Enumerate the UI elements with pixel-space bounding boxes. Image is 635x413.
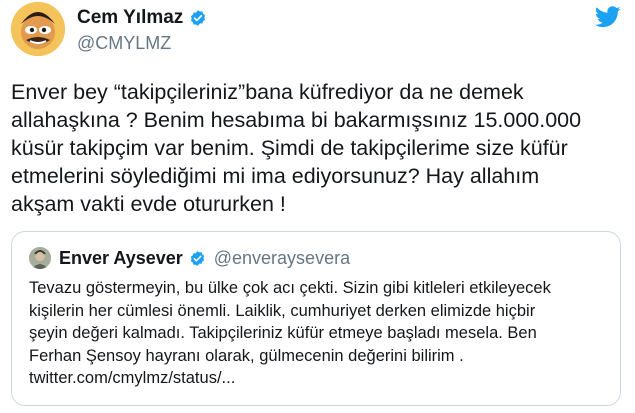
avatar-image <box>11 2 65 56</box>
tweet-text: Enver bey “takipçileriniz”bana küfrediyo… <box>11 80 582 216</box>
verified-badge-icon <box>189 9 207 27</box>
author-display-name[interactable]: Cem Yılmaz <box>77 7 183 29</box>
quoted-handle[interactable]: @enveraysevera <box>214 248 350 269</box>
twitter-bird-icon[interactable] <box>594 6 621 28</box>
author-name-row: Cem Yılmaz <box>77 7 207 29</box>
quoted-author-row: Enver Aysever @enveraysevera <box>59 248 350 269</box>
quoted-avatar-image <box>29 247 51 269</box>
quoted-avatar[interactable] <box>29 247 51 269</box>
author-handle[interactable]: @CMYLMZ <box>77 33 171 54</box>
quoted-display-name[interactable]: Enver Aysever <box>59 248 183 269</box>
tweet-card: Cem Yılmaz @CMYLMZ Enver bey “takipçiler… <box>0 0 635 413</box>
verified-badge-icon <box>189 250 206 267</box>
avatar[interactable] <box>11 2 65 56</box>
quoted-tweet-text: Tevazu göstermeyin, bu ülke çok acı çekt… <box>29 279 551 387</box>
quoted-tweet[interactable]: Enver Aysever @enveraysevera Tevazu göst… <box>11 231 621 406</box>
